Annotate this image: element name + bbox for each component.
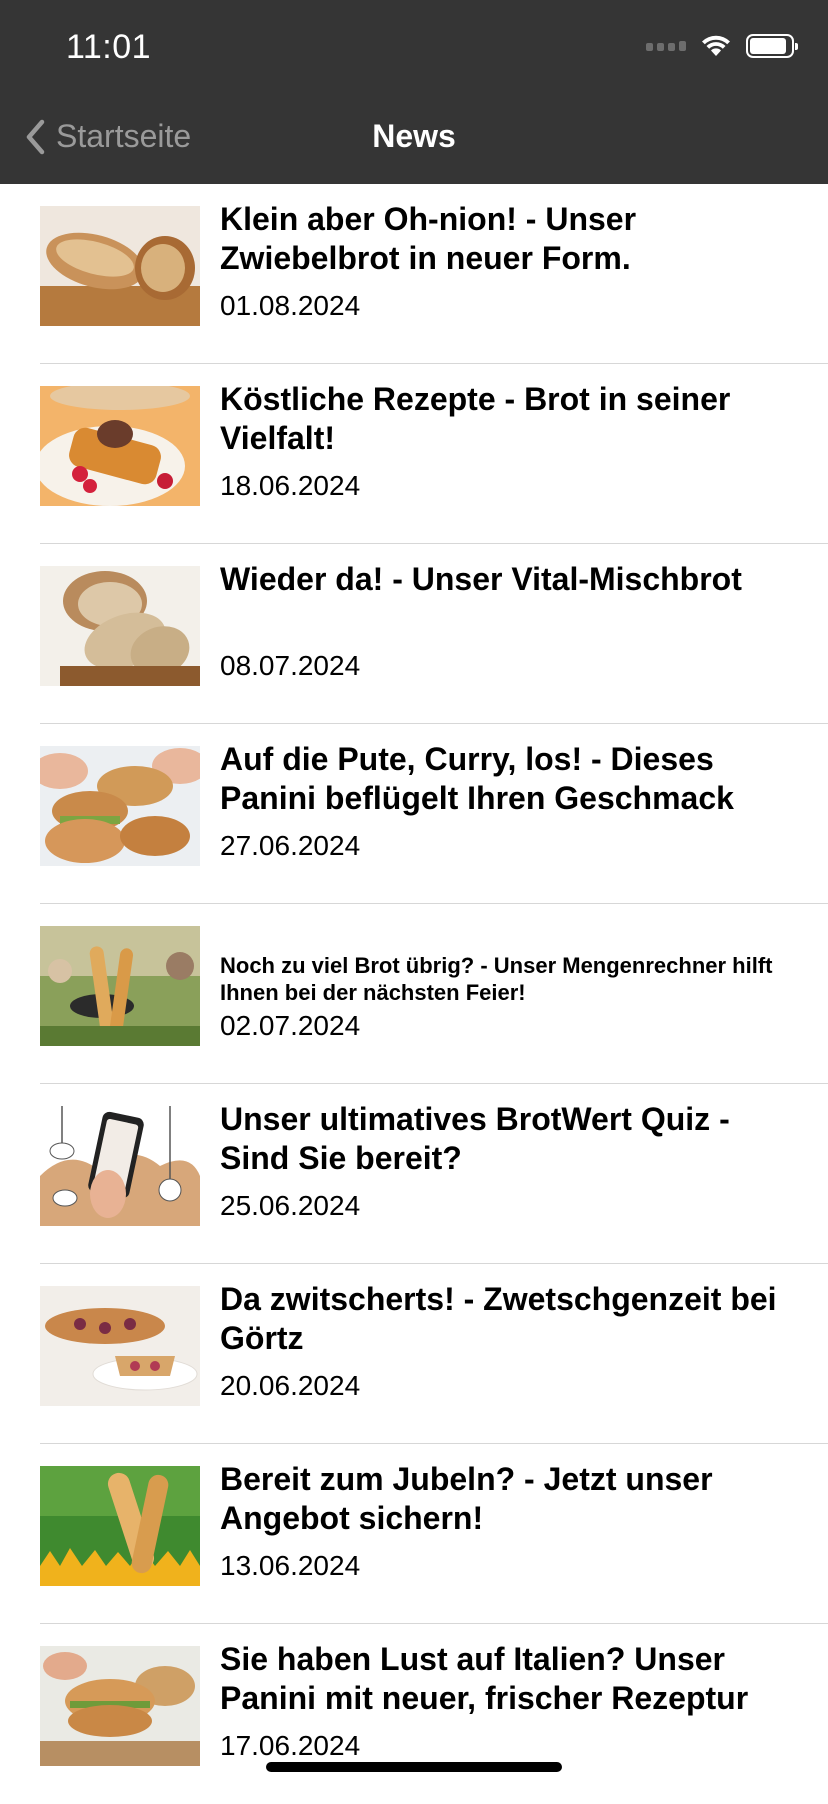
signal-icon [646, 41, 686, 51]
news-title: Köstliche Rezepte - Brot in seiner Vielf… [220, 381, 731, 456]
news-date: 08.07.2024 [220, 650, 361, 681]
zwetschgen-cake-image [40, 1286, 200, 1406]
home-indicator[interactable] [266, 1762, 562, 1772]
news-item[interactable]: Noch zu viel Brot übrig? - Unser Mengenr… [0, 904, 828, 1084]
battery-icon [746, 34, 798, 58]
news-date: 01.08.2024 [220, 290, 361, 321]
baguette-field-image [40, 1466, 200, 1586]
news-date: 17.06.2024 [220, 1730, 361, 1761]
wifi-icon [702, 35, 730, 56]
status-icons [646, 34, 798, 58]
news-title: Da zwitscherts! - Zwetschgenzeit bei Gör… [220, 1281, 777, 1356]
news-date: 25.06.2024 [220, 1190, 361, 1221]
news-title: Bereit zum Jubeln? - Jetzt unser Angebot… [220, 1461, 713, 1536]
page-title: News [372, 118, 456, 154]
news-date: 13.06.2024 [220, 1550, 361, 1581]
navigation-bar: 11:01 Startseite News [0, 0, 828, 184]
news-item[interactable]: Unser ultimatives BrotWert Quiz - Sind S… [0, 1084, 828, 1264]
news-item[interactable]: Klein aber Oh-nion! - Unser Zwiebelbrot … [0, 184, 828, 364]
news-title: Noch zu viel Brot übrig? - Unser Mengenr… [220, 953, 773, 1005]
news-item[interactable]: Da zwitscherts! - Zwetschgenzeit bei Gör… [0, 1264, 828, 1444]
news-date: 18.06.2024 [220, 470, 361, 501]
quiz-phone-image [40, 1106, 200, 1226]
news-list: Klein aber Oh-nion! - Unser Zwiebelbrot … [0, 184, 828, 1804]
news-date: 20.06.2024 [220, 1370, 361, 1401]
italian-panini-image [40, 1646, 200, 1766]
news-date: 27.06.2024 [220, 830, 361, 861]
mischbrot-image [40, 566, 200, 686]
panini-image [40, 746, 200, 866]
grill-baguette-image [40, 926, 200, 1046]
news-date: 02.07.2024 [220, 1010, 361, 1041]
news-item[interactable]: Sie haben Lust auf Italien? Unser Panini… [0, 1624, 828, 1804]
news-item[interactable]: Bereit zum Jubeln? - Jetzt unser Angebot… [0, 1444, 828, 1624]
news-title: Unser ultimatives BrotWert Quiz - Sind S… [220, 1101, 730, 1176]
news-title: Sie haben Lust auf Italien? Unser Panini… [220, 1641, 749, 1716]
news-title: Wieder da! - Unser Vital-Mischbrot [220, 561, 742, 597]
news-title: Klein aber Oh-nion! - Unser Zwiebelbrot … [220, 201, 637, 276]
status-time: 11:01 [66, 28, 152, 66]
news-item[interactable]: Köstliche Rezepte - Brot in seiner Vielf… [0, 364, 828, 544]
french-toast-image [40, 386, 200, 506]
news-title: Auf die Pute, Curry, los! - Dieses Panin… [220, 741, 734, 816]
zwiebelbrot-image [40, 206, 200, 326]
news-item[interactable]: Wieder da! - Unser Vital-Mischbrot 08.07… [0, 544, 828, 724]
news-item[interactable]: Auf die Pute, Curry, los! - Dieses Panin… [0, 724, 828, 904]
